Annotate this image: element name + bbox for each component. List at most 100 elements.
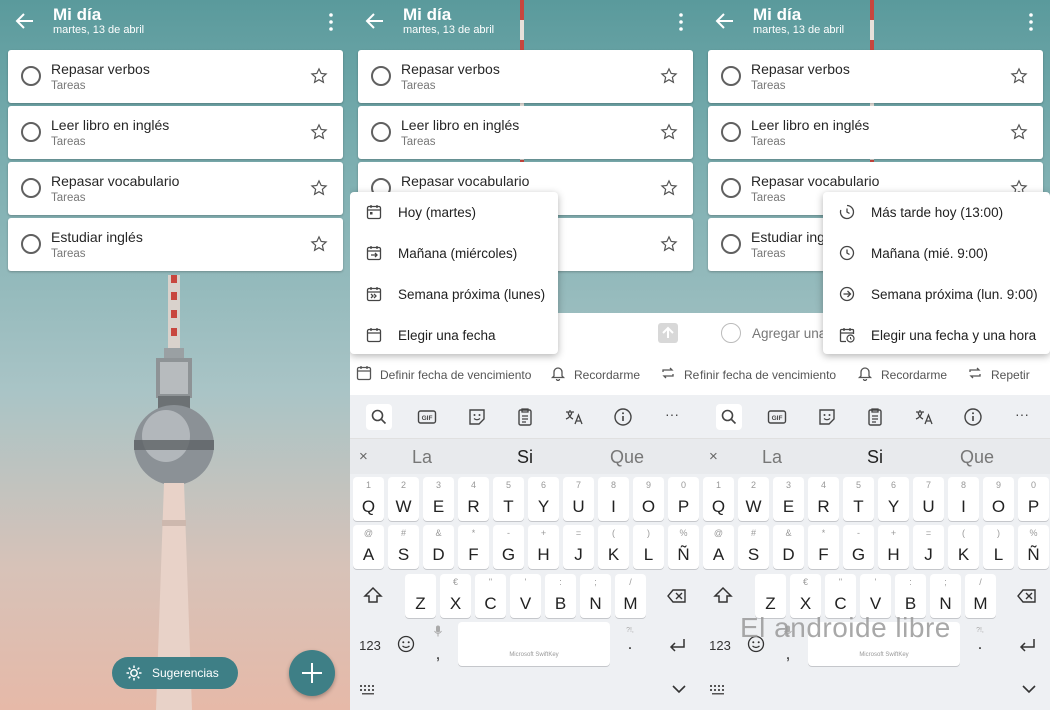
- complete-task-checkbox[interactable]: [21, 122, 41, 142]
- complete-task-checkbox[interactable]: [371, 122, 391, 142]
- back-arrow-icon[interactable]: [14, 10, 36, 32]
- star-icon[interactable]: [310, 179, 328, 197]
- gif-icon[interactable]: GIF: [417, 407, 437, 427]
- key-w[interactable]: 2W: [388, 477, 419, 521]
- key-q[interactable]: 1Q: [353, 477, 384, 521]
- sticker-icon[interactable]: [467, 407, 487, 427]
- key-n[interactable]: ; N: [580, 574, 611, 618]
- complete-task-checkbox[interactable]: [721, 234, 741, 254]
- suggestion-word[interactable]: La: [412, 447, 432, 468]
- key-w[interactable]: 2W: [738, 477, 769, 521]
- complete-task-checkbox[interactable]: [371, 66, 391, 86]
- key-y[interactable]: 6Y: [528, 477, 559, 521]
- keyboard-grid-icon[interactable]: [360, 685, 376, 695]
- key-m[interactable]: / M: [615, 574, 646, 618]
- backspace-key[interactable]: [656, 574, 698, 618]
- key-z[interactable]: Z: [405, 574, 436, 618]
- star-icon[interactable]: [660, 179, 678, 197]
- due-tomorrow-option[interactable]: Mañana (miércoles): [350, 233, 558, 274]
- task-card[interactable]: Repasar vocabulario Tareas: [8, 162, 343, 215]
- key-b[interactable]: :B: [545, 574, 576, 618]
- task-card[interactable]: Leer libro en inglés Tareas: [8, 106, 343, 159]
- suggestion-word[interactable]: Que: [610, 447, 644, 468]
- task-card[interactable]: Repasar verbos Tareas: [358, 50, 693, 103]
- sticker-icon[interactable]: [817, 407, 837, 427]
- more-options-icon[interactable]: [674, 12, 688, 32]
- suggestion-word[interactable]: La: [762, 447, 782, 468]
- complete-task-checkbox[interactable]: [21, 178, 41, 198]
- key-x[interactable]: € X: [440, 574, 471, 618]
- complete-task-checkbox[interactable]: [721, 122, 741, 142]
- key-m[interactable]: / M: [965, 574, 996, 618]
- more-icon[interactable]: ···: [665, 406, 685, 426]
- star-icon[interactable]: [660, 67, 678, 85]
- due-pick-date-option[interactable]: Elegir una fecha: [350, 315, 558, 356]
- more-options-icon[interactable]: [1024, 12, 1038, 32]
- key-u[interactable]: 7U: [563, 477, 594, 521]
- complete-task-checkbox[interactable]: [21, 66, 41, 86]
- key-h[interactable]: + H: [528, 525, 559, 569]
- send-button[interactable]: [658, 323, 678, 343]
- key-p[interactable]: 0P: [1018, 477, 1049, 521]
- key-i[interactable]: 8I: [598, 477, 629, 521]
- search-icon[interactable]: [719, 407, 739, 427]
- shift-key[interactable]: [702, 574, 744, 618]
- due-next-week-option[interactable]: Semana próxima (lunes): [350, 274, 558, 315]
- numbers-key[interactable]: 123: [702, 622, 738, 666]
- remind-later-today-option[interactable]: Más tarde hoy (13:00): [823, 192, 1050, 233]
- complete-task-checkbox[interactable]: [721, 178, 741, 198]
- task-card[interactable]: Repasar verbos Tareas: [708, 50, 1043, 103]
- key-v[interactable]: ' V: [510, 574, 541, 618]
- key-r[interactable]: 4R: [458, 477, 489, 521]
- search-icon[interactable]: [369, 407, 389, 427]
- back-arrow-icon[interactable]: [714, 10, 736, 32]
- key-i[interactable]: 8I: [948, 477, 979, 521]
- key-s[interactable]: # S: [388, 525, 419, 569]
- comma-key[interactable]: ,: [426, 622, 450, 666]
- due-today-option[interactable]: Hoy (martes): [350, 192, 558, 233]
- remind-tomorrow-option[interactable]: Mañana (mié. 9:00): [823, 233, 1050, 274]
- suggestion-word[interactable]: Si: [517, 447, 533, 468]
- info-icon[interactable]: [613, 407, 633, 427]
- space-bar[interactable]: Microsoft SwiftKey: [458, 622, 610, 666]
- close-suggestions-icon[interactable]: ×: [709, 448, 718, 465]
- enter-key[interactable]: [656, 622, 698, 666]
- key-t[interactable]: 5T: [843, 477, 874, 521]
- complete-task-checkbox[interactable]: [721, 66, 741, 86]
- period-key[interactable]: ?!, .: [618, 622, 642, 666]
- clipboard-icon[interactable]: [865, 407, 885, 427]
- shift-key[interactable]: [352, 574, 394, 618]
- key-f[interactable]: * F: [458, 525, 489, 569]
- key-k[interactable]: (K: [948, 525, 979, 569]
- complete-task-checkbox[interactable]: [21, 234, 41, 254]
- key-d[interactable]: & D: [773, 525, 804, 569]
- gif-icon[interactable]: GIF: [767, 407, 787, 427]
- key-s[interactable]: # S: [738, 525, 769, 569]
- translate-icon[interactable]: [914, 407, 934, 427]
- key-o[interactable]: 9O: [633, 477, 664, 521]
- key-e[interactable]: 3E: [423, 477, 454, 521]
- key-y[interactable]: 6Y: [878, 477, 909, 521]
- star-icon[interactable]: [660, 123, 678, 141]
- chevron-down-icon[interactable]: [1022, 684, 1036, 694]
- numbers-key[interactable]: 123: [352, 622, 388, 666]
- key-d[interactable]: & D: [423, 525, 454, 569]
- key-k[interactable]: (K: [598, 525, 629, 569]
- info-icon[interactable]: [963, 407, 983, 427]
- add-task-fab[interactable]: [289, 650, 335, 696]
- key-g[interactable]: -G: [493, 525, 524, 569]
- task-card[interactable]: Leer libro en inglés Tareas: [358, 106, 693, 159]
- task-card[interactable]: Repasar verbos Tareas: [8, 50, 343, 103]
- key-t[interactable]: 5T: [493, 477, 524, 521]
- close-suggestions-icon[interactable]: ×: [359, 448, 368, 465]
- key-ñ[interactable]: % Ñ: [1018, 525, 1049, 569]
- key-l[interactable]: ) L: [983, 525, 1014, 569]
- key-ñ[interactable]: % Ñ: [668, 525, 699, 569]
- key-g[interactable]: -G: [843, 525, 874, 569]
- star-icon[interactable]: [310, 123, 328, 141]
- key-a[interactable]: @ A: [353, 525, 384, 569]
- star-icon[interactable]: [1010, 67, 1028, 85]
- key-e[interactable]: 3E: [773, 477, 804, 521]
- clipboard-icon[interactable]: [515, 407, 535, 427]
- period-key[interactable]: ?!, .: [968, 622, 992, 666]
